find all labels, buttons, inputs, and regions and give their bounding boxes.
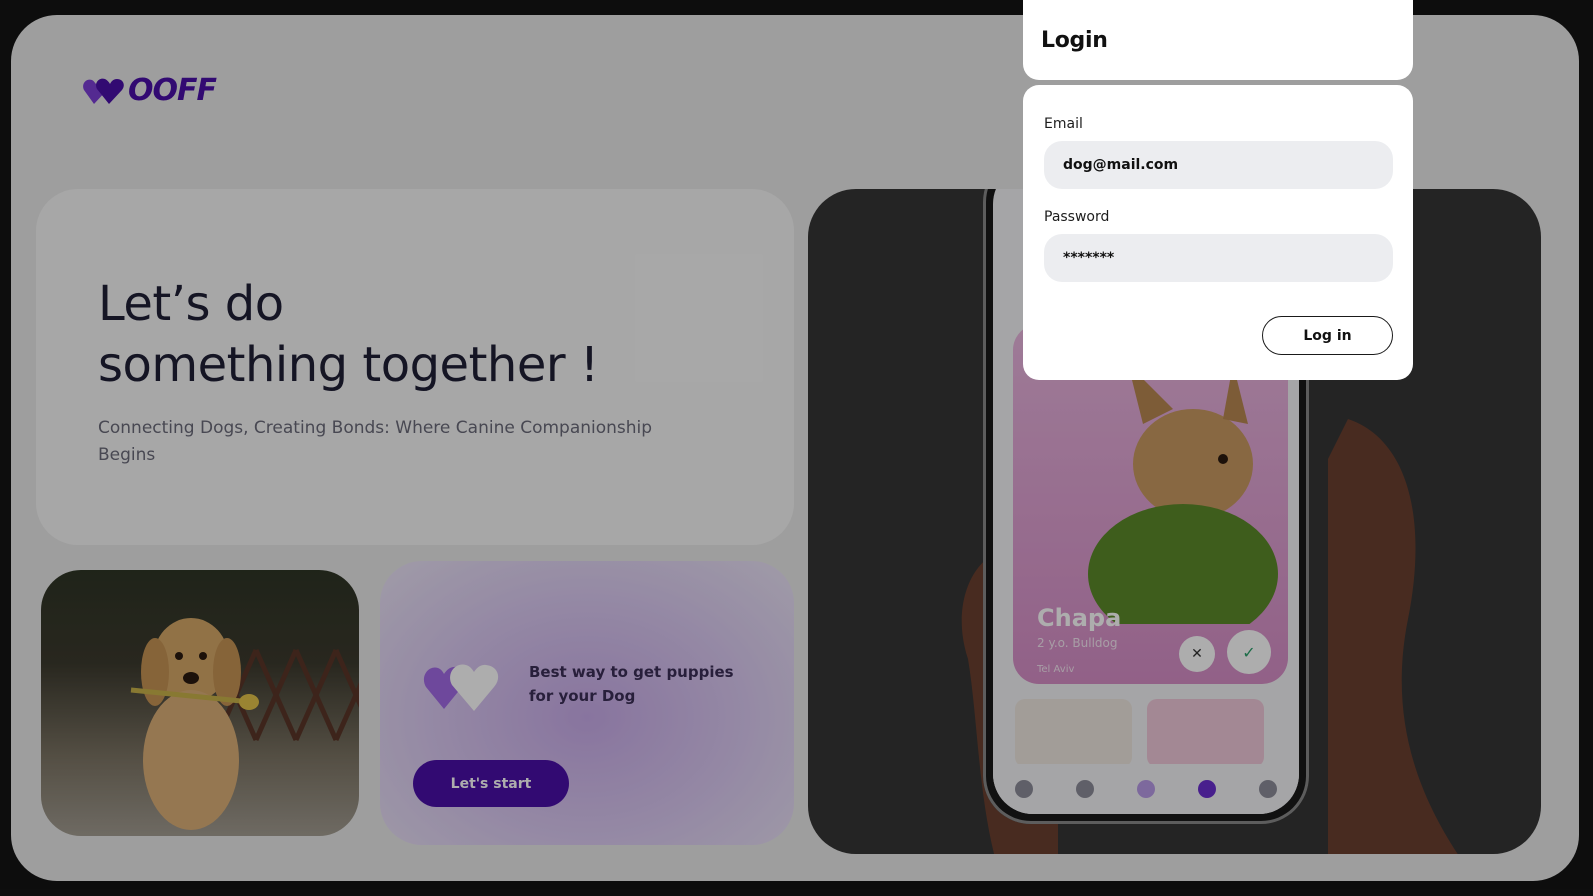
login-title: Login: [1041, 28, 1108, 53]
login-form: Email Password Log in: [1023, 85, 1413, 380]
login-button[interactable]: Log in: [1262, 316, 1393, 355]
login-header: Login: [1023, 0, 1413, 80]
email-field[interactable]: [1044, 141, 1393, 189]
password-field[interactable]: [1044, 234, 1393, 282]
email-label: Email: [1044, 116, 1083, 132]
password-label: Password: [1044, 209, 1110, 225]
